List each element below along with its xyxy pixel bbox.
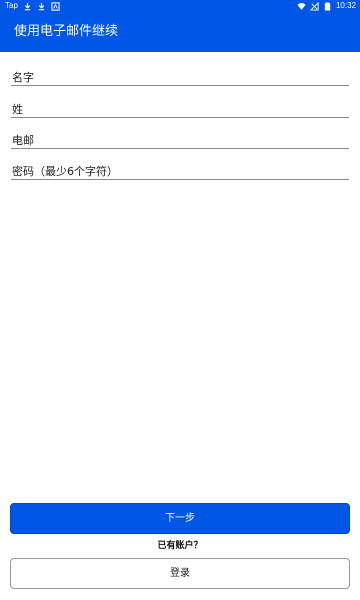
battery-icon: [324, 1, 331, 11]
wifi-icon: [297, 2, 306, 10]
password-field[interactable]: [11, 160, 349, 181]
app-notification-icon: [51, 1, 60, 11]
last-name-input[interactable]: [11, 100, 349, 119]
status-bar: Tap 10:32: [0, 0, 360, 12]
clock-label: 10:32: [335, 1, 356, 10]
password-input[interactable]: [11, 162, 349, 181]
download-icon: [38, 2, 45, 10]
email-field[interactable]: [11, 129, 349, 150]
have-account-text: 已有账户？: [157, 541, 203, 551]
app-bar: 使用电子邮件继续: [0, 12, 360, 52]
status-left-group: Tap: [5, 0, 60, 12]
download-icon: [24, 2, 31, 10]
login-button[interactable]: 登录: [10, 558, 350, 589]
next-button[interactable]: 下一步: [10, 503, 350, 534]
email-input[interactable]: [11, 131, 349, 150]
first-name-field[interactable]: [11, 66, 349, 87]
status-right-group: 10:32: [297, 0, 356, 12]
no-signal-icon: [309, 1, 319, 11]
first-name-input[interactable]: [11, 68, 349, 87]
carrier-label: Tap: [5, 1, 18, 10]
last-name-field[interactable]: [11, 98, 349, 119]
page-title: 使用电子邮件继续: [14, 24, 119, 39]
